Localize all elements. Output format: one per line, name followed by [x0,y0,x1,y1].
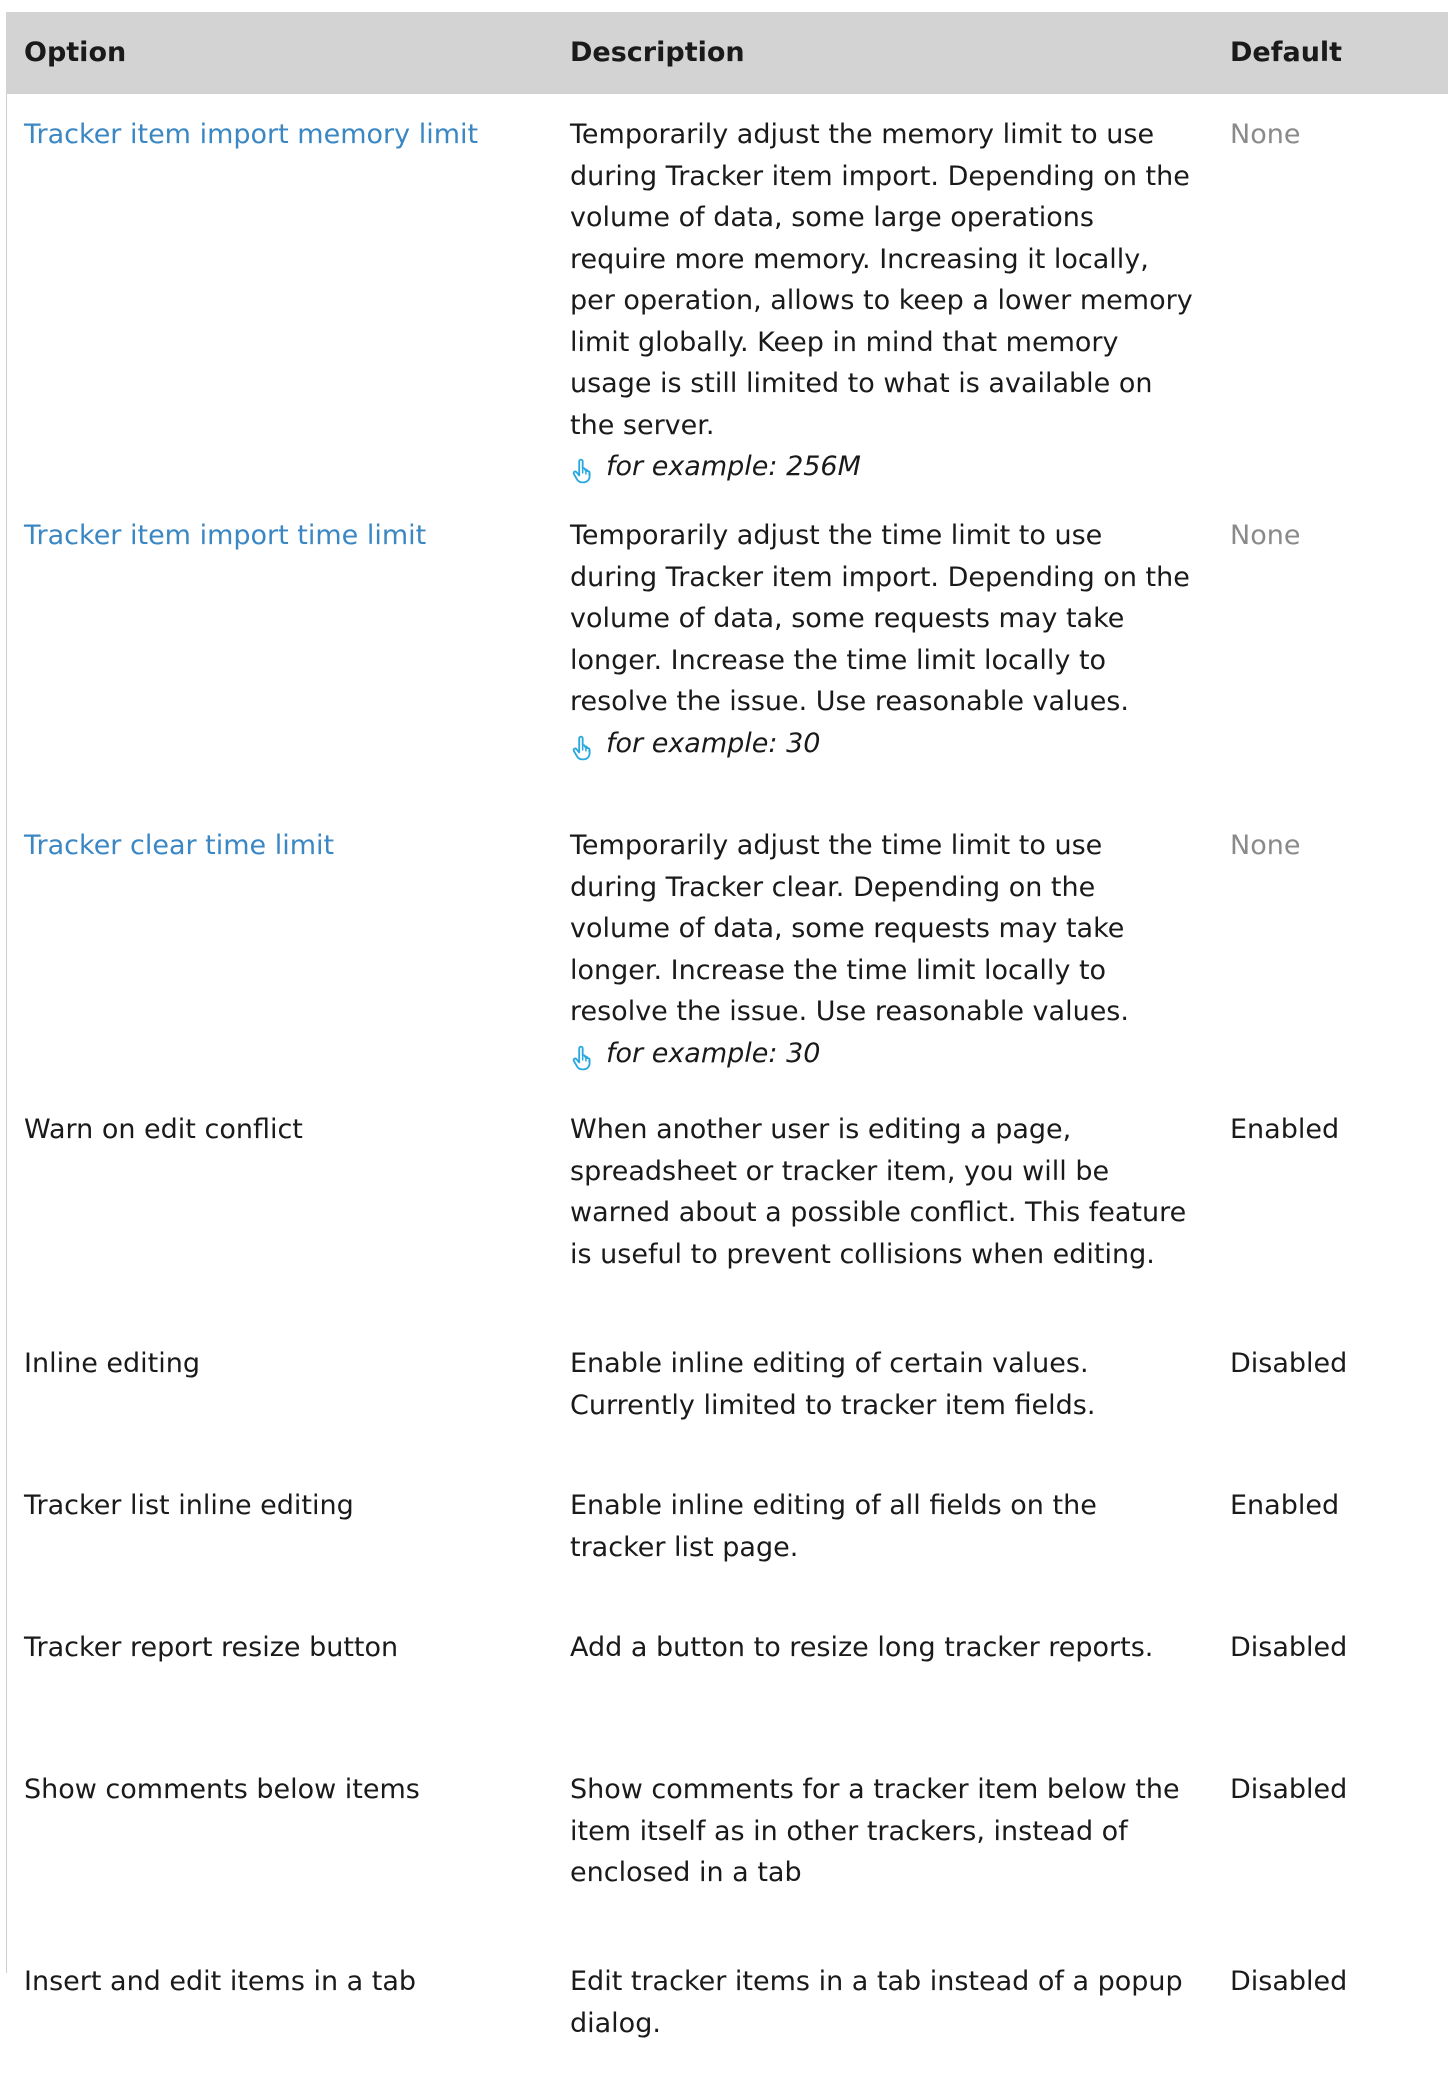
table-header-row: Option Description Default [6,12,1448,94]
table-row: Tracker clear time limit Temporarily adju… [6,805,1448,1089]
description-cell: Show comments for a tracker item below t… [562,1749,1214,1941]
description-cell: Enable inline editing of certain values.… [562,1323,1214,1465]
example-text: for example: 256M [606,451,861,482]
column-header-default: Default [1214,12,1448,94]
default-value: Disabled [1230,1774,1348,1806]
example-note: for example: 30 [570,1033,820,1075]
default-cell: Disabled [1214,1323,1448,1465]
option-link[interactable]: Tracker clear time limit [24,830,334,861]
table-row: Tracker item import time limit Temporaril… [6,495,1448,805]
description-text: Show comments for a tracker item below t… [570,1774,1180,1889]
description-cell: Enable inline editing of all fields on t… [562,1465,1214,1607]
description-cell: When another user is editing a page, spr… [562,1089,1214,1323]
description-text: Temporarily adjust the memory limit to u… [570,119,1193,441]
table-row: Insert and edit items in a tab Edit track… [6,1941,1448,2083]
example-text: for example: 30 [606,1037,821,1069]
default-value: Enabled [1230,1114,1340,1146]
option-cell: Show comments below items [6,1749,562,1941]
example-text: for example: 30 [606,727,821,759]
option-cell: Tracker clear time limit [6,805,562,1089]
default-cell: Disabled [1214,1749,1448,1941]
description-text: Add a button to resize long tracker repo… [570,1632,1154,1664]
table-row: Tracker item import memory limit Temporar… [6,94,1448,495]
option-label: Warn on edit conflict [24,1114,303,1146]
pointing-hand-icon [570,1042,596,1070]
option-label: Show comments below items [24,1774,420,1806]
default-cell: Enabled [1214,1089,1448,1323]
option-link[interactable]: Tracker item import time limit [24,520,426,551]
option-cell: Inline editing [6,1323,562,1465]
description-cell: Edit tracker items in a tab instead of a… [562,1941,1214,2083]
column-header-description: Description [562,12,1214,94]
table-body: Tracker item import memory limit Temporar… [6,94,1448,2083]
option-link[interactable]: Tracker item import memory limit [24,119,478,150]
table-row: Tracker list inline editing Enable inline… [6,1465,1448,1607]
default-value: Disabled [1230,1348,1348,1380]
description-text: Enable inline editing of certain values.… [570,1348,1096,1421]
table-row: Inline editing Enable inline editing of c… [6,1323,1448,1465]
default-value: None [1230,119,1301,150]
example-note: for example: 256M [570,446,861,488]
column-header-option: Option [6,12,562,94]
option-label: Tracker report resize button [24,1632,399,1664]
description-cell: Temporarily adjust the memory limit to u… [562,94,1214,495]
default-value: Enabled [1230,1490,1340,1522]
option-cell: Tracker report resize button [6,1607,562,1749]
description-text: When another user is editing a page, spr… [570,1114,1187,1270]
option-label: Tracker list inline editing [24,1490,354,1522]
pointing-hand-icon [570,455,596,484]
default-cell: None [1214,805,1448,1089]
table-row: Tracker report resize button Add a button… [6,1607,1448,1749]
pointing-hand-icon [570,732,596,760]
option-cell: Tracker item import time limit [6,495,562,805]
option-cell: Tracker list inline editing [6,1465,562,1607]
default-cell: Disabled [1214,1941,1448,2083]
default-cell: Disabled [1214,1607,1448,1749]
description-text: Temporarily adjust the time limit to use… [570,520,1190,718]
default-value: None [1230,520,1301,552]
description-text: Temporarily adjust the time limit to use… [570,830,1129,1028]
option-label: Inline editing [24,1348,200,1380]
preferences-table: Option Description Default Tracker item … [6,12,1448,2083]
example-note: for example: 30 [570,723,820,765]
option-label: Insert and edit items in a tab [24,1966,417,1998]
description-cell: Temporarily adjust the time limit to use… [562,495,1214,805]
description-text: Edit tracker items in a tab instead of a… [570,1966,1183,2039]
description-cell: Add a button to resize long tracker repo… [562,1607,1214,1749]
description-cell: Temporarily adjust the time limit to use… [562,805,1214,1089]
default-value: Disabled [1230,1632,1348,1664]
table-row: Warn on edit conflict When another user i… [6,1089,1448,1323]
option-cell: Insert and edit items in a tab [6,1941,562,2083]
default-value: None [1230,830,1301,862]
default-value: Disabled [1230,1966,1348,1998]
default-cell: None [1214,94,1448,495]
option-cell: Tracker item import memory limit [6,94,562,495]
preferences-page: Option Description Default Tracker item … [0,0,1448,2039]
default-cell: Enabled [1214,1465,1448,1607]
table-row: Show comments below items Show comments f… [6,1749,1448,1941]
description-text: Enable inline editing of all fields on t… [570,1490,1097,1563]
default-cell: None [1214,495,1448,805]
option-cell: Warn on edit conflict [6,1089,562,1323]
